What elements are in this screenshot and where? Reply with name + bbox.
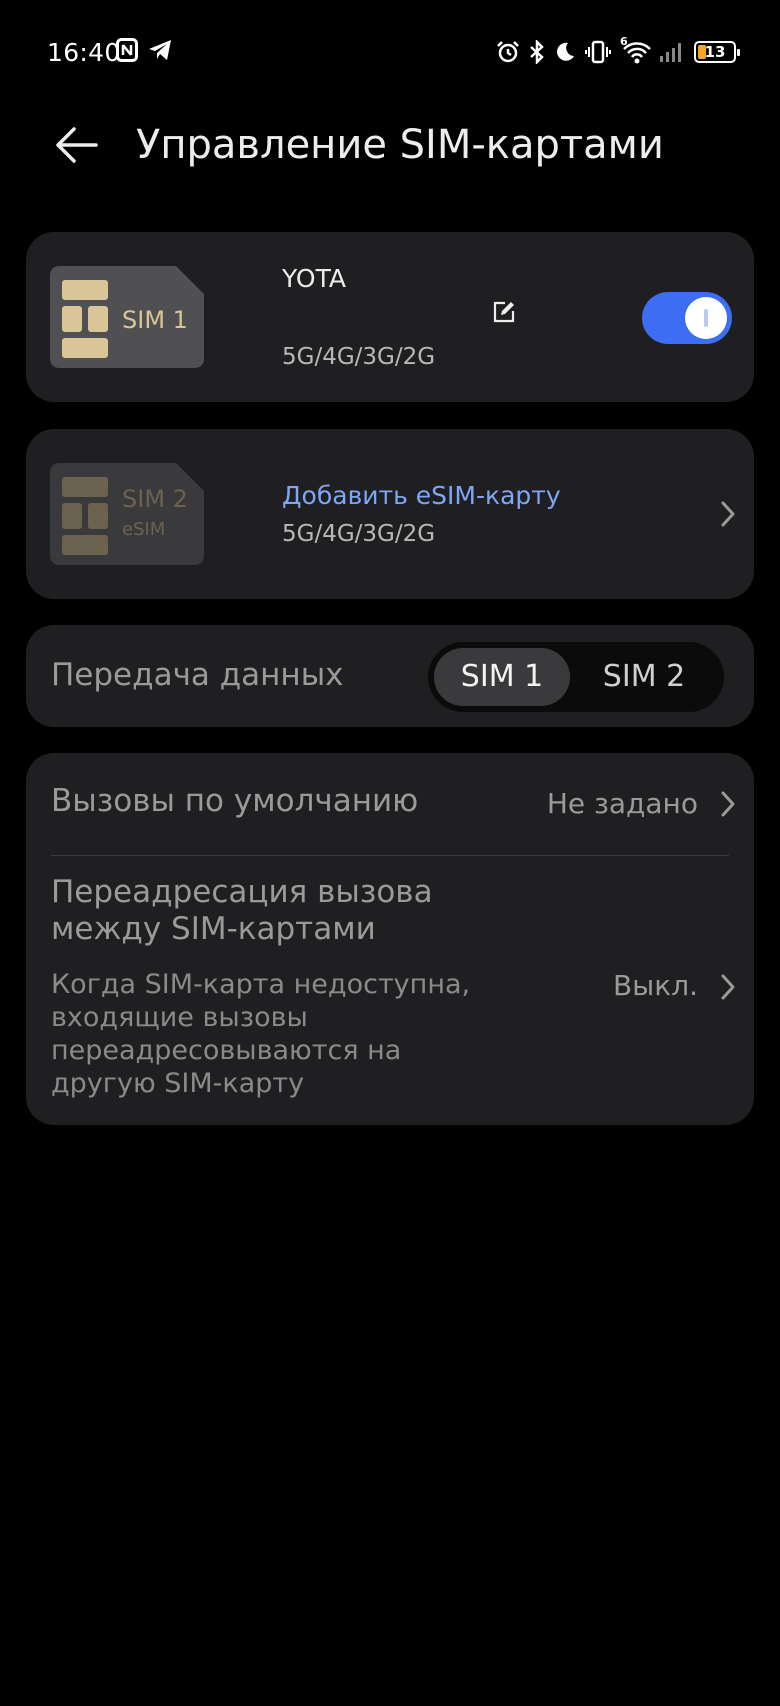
call-forwarding-title: Переадресация вызова между SIM-картами [51, 874, 433, 947]
default-calls-value: Не задано [546, 787, 698, 820]
chevron-right-icon [721, 974, 735, 1000]
battery-level: 13 [704, 43, 726, 61]
signal-icon [660, 43, 681, 62]
esim-card-icon [50, 463, 204, 565]
status-time: 16:40 [47, 38, 121, 67]
sim2-networks: 5G/4G/3G/2G [282, 521, 436, 547]
status-right-icons: 6 13 [496, 35, 740, 67]
calls-card: Вызовы по умолчанию Не задано Переадреса… [26, 753, 754, 1125]
call-forwarding-description: Когда SIM-карта недоступна, входящие выз… [51, 969, 471, 1099]
sim1-card: SIM 1 YOTA 5G/4G/3G/2G [26, 232, 754, 402]
sim2-card-label: SIM 2 [122, 485, 188, 513]
vibrate-icon [585, 40, 611, 64]
edit-icon[interactable] [492, 300, 516, 324]
call-forwarding-row[interactable]: Переадресация вызова между SIM-картами К… [26, 856, 754, 1125]
sim1-networks: 5G/4G/3G/2G [282, 344, 436, 370]
page-title: Управление SIM-картами [136, 122, 664, 168]
sim1-card-label: SIM 1 [122, 306, 188, 334]
alarm-icon [497, 41, 519, 63]
toggle-knob [685, 297, 727, 339]
data-option-sim2[interactable]: SIM 2 [576, 648, 712, 706]
default-calls-row[interactable]: Вызовы по умолчанию Не задано [26, 753, 754, 855]
header: Управление SIM-картами [0, 110, 780, 190]
data-transfer-card: Передача данных SIM 1 SIM 2 [26, 625, 754, 727]
sim1-operator: YOTA [282, 264, 347, 293]
call-forwarding-value: Выкл. [612, 969, 698, 1002]
status-bar: 16:40 6 13 [0, 0, 780, 104]
sim2-card-sublabel: eSIM [122, 519, 166, 540]
moon-icon [557, 42, 574, 61]
wifi-indicator: 6 [620, 35, 651, 65]
battery-icon: 13 [694, 41, 740, 63]
chevron-right-icon [721, 791, 735, 817]
chevron-right-icon [721, 501, 735, 527]
data-transfer-label: Передача данных [51, 657, 344, 693]
data-sim-selector: SIM 1 SIM 2 [428, 642, 724, 712]
add-esim-link[interactable]: Добавить eSIM-карту [282, 481, 561, 510]
bluetooth-icon [530, 40, 544, 64]
sim2-card[interactable]: SIM 2 eSIM Добавить eSIM-карту 5G/4G/3G/… [26, 429, 754, 599]
wifi-icon [623, 42, 651, 64]
telegram-icon [149, 40, 171, 60]
back-arrow-icon[interactable] [52, 120, 102, 170]
nfc-icon [116, 38, 138, 62]
default-calls-label: Вызовы по умолчанию [51, 783, 419, 819]
sim1-toggle[interactable] [642, 292, 732, 344]
status-left-icons [116, 38, 172, 62]
data-option-sim1[interactable]: SIM 1 [434, 648, 570, 706]
